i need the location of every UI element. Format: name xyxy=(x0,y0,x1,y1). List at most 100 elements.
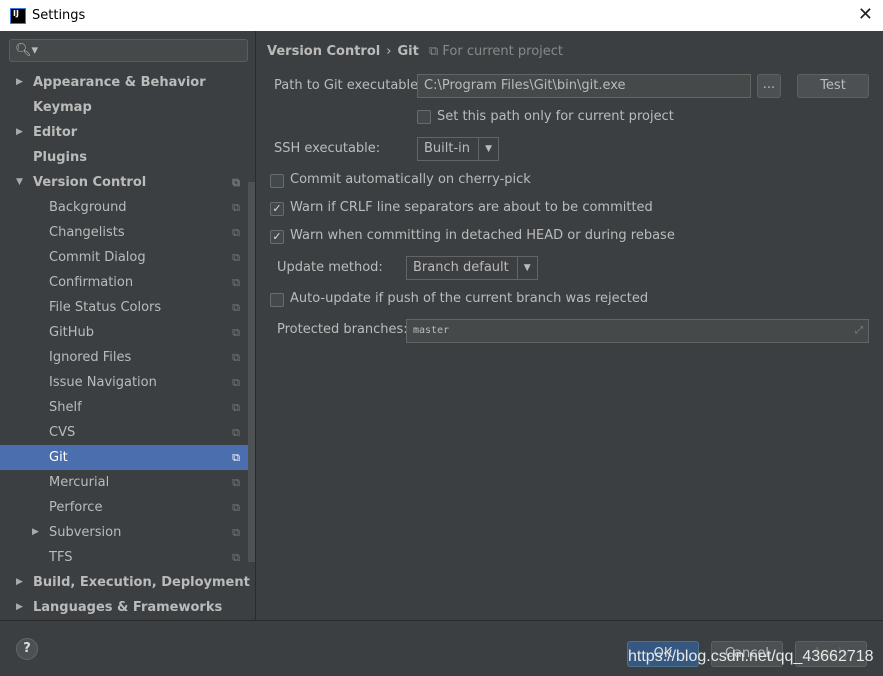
sidebar-item-label: Build, Execution, Deployment xyxy=(33,575,250,590)
git-settings-panel: Version Control › Git ⧉ For current projec… xyxy=(257,31,883,620)
sidebar-item-label: TFS xyxy=(49,550,73,565)
sidebar-item-label: Plugins xyxy=(33,150,87,165)
sidebar-item-appearance-behavior[interactable]: ▶ Appearance & Behavior xyxy=(0,70,248,95)
sidebar-item-git[interactable]: Git ⧉ xyxy=(0,445,248,470)
sidebar-item-ignored-files[interactable]: Ignored Files ⧉ xyxy=(0,345,248,370)
sidebar-scrollbar[interactable] xyxy=(248,182,255,562)
project-level-icon: ⧉ xyxy=(232,526,240,539)
project-level-icon: ⧉ xyxy=(232,401,240,414)
detached-head-checkbox[interactable]: ✓ xyxy=(270,230,284,244)
intellij-logo-icon: IJ xyxy=(10,7,26,24)
project-level-icon: ⧉ xyxy=(232,276,240,289)
sidebar-item-label: CVS xyxy=(49,425,76,440)
sidebar-item-subversion[interactable]: ▶ Subversion ⧉ xyxy=(0,520,248,545)
sidebar-item-cvs[interactable]: CVS ⧉ xyxy=(0,420,248,445)
project-level-icon: ⧉ xyxy=(232,501,240,514)
cherry-pick-label: Commit automatically on cherry-pick xyxy=(290,172,531,187)
sidebar-item-perforce[interactable]: Perforce ⧉ xyxy=(0,495,248,520)
detached-head-label: Warn when committing in detached HEAD or… xyxy=(290,228,675,243)
project-level-icon: ⧉ xyxy=(232,351,240,364)
expand-icon: ⤢ xyxy=(855,325,863,336)
sidebar-item-label: GitHub xyxy=(49,325,95,340)
dialog-footer: ? OK Cancel Apply https://blog.csdn.net/… xyxy=(0,620,883,676)
sidebar-item-label: Subversion xyxy=(49,525,122,540)
auto-update-checkbox[interactable] xyxy=(270,293,284,307)
project-level-icon: ⧉ xyxy=(232,201,240,214)
crlf-label: Warn if CRLF line separators are about t… xyxy=(290,200,653,215)
sidebar-item-shelf[interactable]: Shelf ⧉ xyxy=(0,395,248,420)
search-icon: 🔍︎▾ xyxy=(15,43,39,58)
sidebar-item-keymap[interactable]: Keymap xyxy=(0,95,248,120)
project-level-icon: ⧉ xyxy=(232,551,240,564)
sidebar-item-label: Background xyxy=(49,200,127,215)
sidebar-item-label: Editor xyxy=(33,125,78,140)
sidebar-item-label: Perforce xyxy=(49,500,103,515)
chevron-right-icon[interactable]: ▶ xyxy=(16,595,23,620)
test-button[interactable]: Test xyxy=(797,74,869,98)
sidebar-item-label: File Status Colors xyxy=(49,300,162,315)
chevron-right-icon[interactable]: ▶ xyxy=(32,520,39,545)
sidebar-item-editor[interactable]: ▶ Editor xyxy=(0,120,248,145)
crlf-checkbox[interactable]: ✓ xyxy=(270,202,284,216)
sidebar-item-mercurial[interactable]: Mercurial ⧉ xyxy=(0,470,248,495)
sidebar-item-label: Changelists xyxy=(49,225,125,240)
sidebar-item-label: Appearance & Behavior xyxy=(33,75,206,90)
browse-button[interactable]: ... xyxy=(757,74,781,98)
project-level-icon: ⧉ xyxy=(232,301,240,314)
watermark: https://blog.csdn.net/qq_43662718 xyxy=(628,648,874,665)
sidebar-item-confirmation[interactable]: Confirmation ⧉ xyxy=(0,270,248,295)
sidebar-item-github[interactable]: GitHub ⧉ xyxy=(0,320,248,345)
project-level-icon: ⧉ xyxy=(232,476,240,489)
chevron-down-icon[interactable]: ▼ xyxy=(16,170,23,195)
sidebar-item-changelists[interactable]: Changelists ⧉ xyxy=(0,220,248,245)
ssh-label: SSH executable: xyxy=(274,141,381,156)
sidebar-item-languages-frameworks[interactable]: ▶ Languages & Frameworks xyxy=(0,595,248,620)
protected-branches-label: Protected branches: xyxy=(277,322,408,337)
chevron-down-icon: ▼ xyxy=(478,138,498,160)
path-only-project-checkbox[interactable] xyxy=(417,110,431,124)
sidebar-item-file-status-colors[interactable]: File Status Colors ⧉ xyxy=(0,295,248,320)
protected-branches-input[interactable]: master ⤢ xyxy=(406,319,869,343)
chevron-right-icon[interactable]: ▶ xyxy=(16,70,23,95)
sidebar-item-label: Commit Dialog xyxy=(49,250,146,265)
sidebar-item-build-execution-deployment[interactable]: ▶ Build, Execution, Deployment xyxy=(0,570,250,595)
sidebar-item-plugins[interactable]: Plugins xyxy=(0,145,248,170)
close-icon[interactable]: ✕ xyxy=(858,4,873,25)
auto-update-label: Auto-update if push of the current branc… xyxy=(290,291,649,306)
help-button[interactable]: ? xyxy=(16,638,38,660)
ssh-select[interactable]: Built-in ▼ xyxy=(417,137,500,161)
sidebar-item-label: Git xyxy=(49,450,68,465)
window-title: Settings xyxy=(32,8,86,23)
sidebar-item-version-control[interactable]: ▼ Version Control ⧉ xyxy=(0,170,248,195)
title-bar: IJ Settings ✕ xyxy=(0,0,883,31)
chevron-right-icon[interactable]: ▶ xyxy=(16,570,23,595)
chevron-right-icon[interactable]: ▶ xyxy=(16,120,23,145)
sidebar-item-label: Keymap xyxy=(33,100,92,115)
settings-tree: ▶ Appearance & Behavior Keymap ▶ Editor Plugi… xyxy=(0,70,250,620)
project-level-icon: ⧉ xyxy=(232,176,240,189)
sidebar-item-label: Languages & Frameworks xyxy=(33,600,223,615)
scope-label: ⧉ For current project xyxy=(429,44,564,59)
settings-sidebar: 🔍︎▾ ▶ Appearance & Behavior Keymap ▶ Editor P… xyxy=(0,31,256,620)
project-level-icon: ⧉ xyxy=(232,376,240,389)
sidebar-item-label: Mercurial xyxy=(49,475,110,490)
search-input[interactable]: 🔍︎▾ xyxy=(9,39,248,62)
update-method-label: Update method: xyxy=(277,260,383,275)
sidebar-item-label: Issue Navigation xyxy=(49,375,157,390)
git-path-label: Path to Git executable: xyxy=(274,78,423,93)
sidebar-item-issue-navigation[interactable]: Issue Navigation ⧉ xyxy=(0,370,248,395)
chevron-down-icon: ▼ xyxy=(516,257,537,279)
project-level-icon: ⧉ xyxy=(232,226,240,239)
sidebar-item-commit-dialog[interactable]: Commit Dialog ⧉ xyxy=(0,245,248,270)
sidebar-item-tfs[interactable]: TFS ⧉ xyxy=(0,545,248,570)
breadcrumb: Version Control › Git xyxy=(267,44,419,59)
breadcrumb-parent[interactable]: Version Control xyxy=(267,44,380,59)
project-level-icon: ⧉ xyxy=(232,451,240,464)
sidebar-item-background[interactable]: Background ⧉ xyxy=(0,195,248,220)
sidebar-item-label: Shelf xyxy=(49,400,82,415)
sidebar-item-label: Version Control xyxy=(33,175,147,190)
git-path-input[interactable]: C:\Program Files\Git\bin\git.exe xyxy=(417,74,751,98)
path-only-project-label: Set this path only for current project xyxy=(437,109,674,124)
update-method-select[interactable]: Branch default ▼ xyxy=(406,256,538,280)
cherry-pick-checkbox[interactable] xyxy=(270,174,284,188)
